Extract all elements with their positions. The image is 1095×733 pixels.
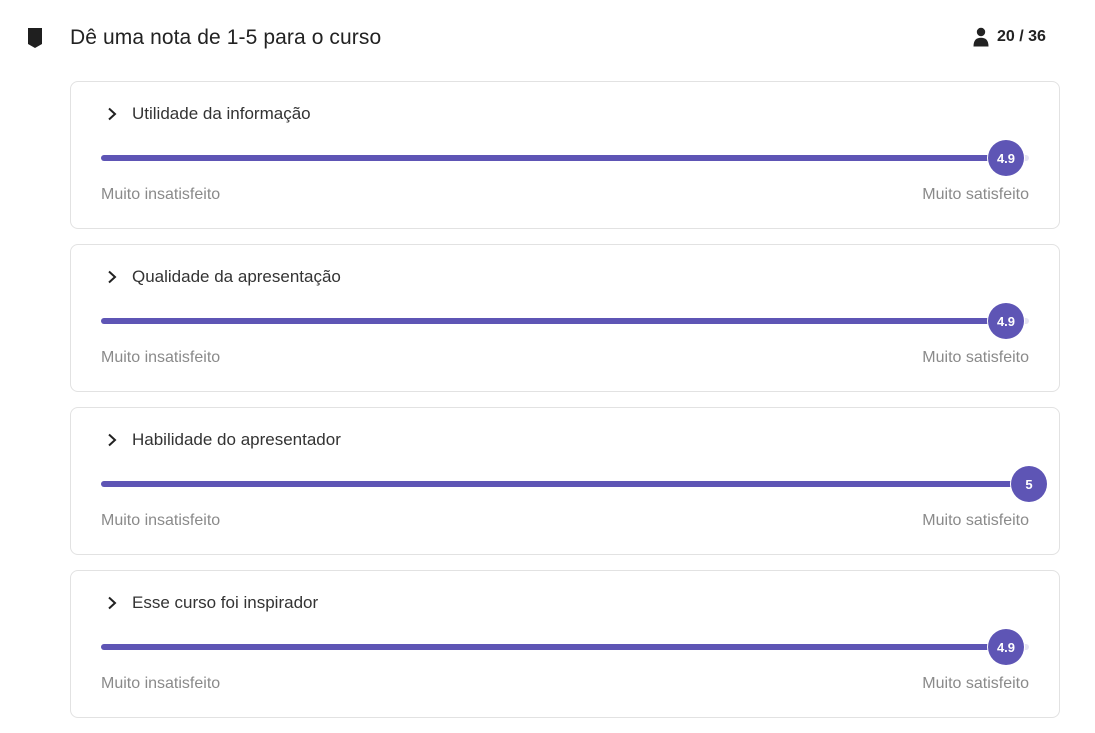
slider-track (101, 155, 1029, 161)
user-icon (973, 27, 989, 47)
min-label: Muito insatisfeito (101, 512, 221, 529)
slider-track (101, 644, 1029, 650)
rating-card: Esse curso foi inspirador 4.9 Muito insa… (70, 570, 1060, 718)
max-label: Muito satisfeito (922, 349, 1029, 366)
bookmark-icon (28, 28, 42, 48)
chevron-right-icon (108, 596, 117, 610)
slider-track (101, 481, 1029, 487)
rating-card-toggle[interactable]: Habilidade do apresentador (107, 430, 341, 450)
min-label: Muito insatisfeito (101, 186, 221, 203)
rating-title: Utilidade da informação (132, 104, 311, 123)
counter-text: 20 / 36 (997, 28, 1046, 45)
respondent-counter: 20 / 36 (973, 26, 1046, 48)
slider-fill (101, 318, 1006, 324)
rating-title: Qualidade da apresentação (132, 267, 341, 286)
slider-fill (101, 481, 1029, 487)
chevron-right-icon (108, 433, 117, 447)
rating-list: Utilidade da informação 4.9 Muito insati… (70, 81, 1060, 733)
slider-track (101, 318, 1029, 324)
slider-fill (101, 155, 1006, 161)
rating-slider[interactable]: 5 (101, 466, 1059, 502)
rating-card-toggle[interactable]: Esse curso foi inspirador (107, 593, 318, 613)
rating-slider[interactable]: 4.9 (101, 629, 1059, 665)
slider-thumb[interactable]: 4.9 (988, 629, 1024, 665)
rating-title: Esse curso foi inspirador (132, 593, 319, 612)
rating-card-toggle[interactable]: Qualidade da apresentação (107, 267, 341, 287)
chevron-right-icon (108, 270, 117, 284)
slider-fill (101, 644, 1006, 650)
max-label: Muito satisfeito (922, 675, 1029, 692)
slider-thumb[interactable]: 4.9 (988, 140, 1024, 176)
min-label: Muito insatisfeito (101, 675, 221, 692)
page-title: Dê uma nota de 1-5 para o curso (70, 26, 382, 49)
max-label: Muito satisfeito (922, 512, 1029, 529)
slider-thumb[interactable]: 5 (1011, 466, 1047, 502)
rating-card: Utilidade da informação 4.9 Muito insati… (70, 81, 1060, 229)
slider-thumb[interactable]: 4.9 (988, 303, 1024, 339)
max-label: Muito satisfeito (922, 186, 1029, 203)
rating-slider[interactable]: 4.9 (101, 140, 1059, 176)
page-header: Dê uma nota de 1-5 para o curso 20 / 36 (0, 0, 1095, 78)
rating-slider[interactable]: 4.9 (101, 303, 1059, 339)
min-label: Muito insatisfeito (101, 349, 221, 366)
chevron-right-icon (108, 107, 117, 121)
rating-card: Qualidade da apresentação 4.9 Muito insa… (70, 244, 1060, 392)
rating-card: Habilidade do apresentador 5 Muito insat… (70, 407, 1060, 555)
rating-title: Habilidade do apresentador (132, 430, 341, 449)
rating-card-toggle[interactable]: Utilidade da informação (107, 104, 311, 124)
